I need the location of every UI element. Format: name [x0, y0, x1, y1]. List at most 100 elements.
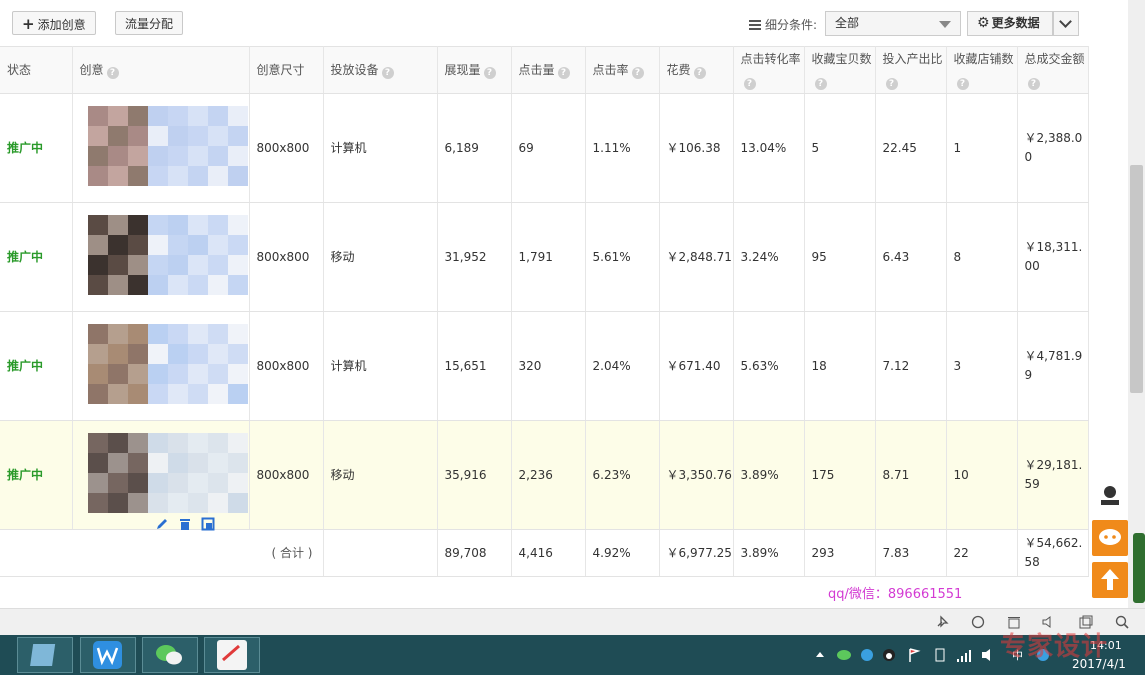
header-gmv[interactable]: 总成交金额?: [1017, 46, 1089, 94]
chat-button[interactable]: [1092, 520, 1128, 556]
table-row: 推广中 800x800 计算机 15,651 320 2.04% ￥671.40…: [0, 311, 1089, 421]
mosaic-tile: [187, 344, 208, 364]
pin-icon[interactable]: [934, 614, 950, 630]
creative-cell[interactable]: [72, 93, 250, 203]
mosaic-tile: [127, 344, 148, 364]
side-control[interactable]: [1133, 533, 1145, 603]
header-impressions[interactable]: 展现量?: [437, 46, 512, 94]
mosaic-tile: [147, 215, 168, 235]
help-icon[interactable]: ?: [381, 67, 394, 79]
gmv-cell: ￥4,781.99: [1017, 311, 1089, 421]
help-icon[interactable]: ?: [693, 67, 706, 79]
header-roi[interactable]: 投入产出比?: [875, 46, 947, 94]
mosaic-tile: [147, 473, 168, 493]
mosaic-tile: [87, 126, 108, 146]
total-gmv: ￥54,662.58: [1017, 529, 1089, 577]
more-data-dropdown[interactable]: [1053, 11, 1079, 36]
add-creative-button[interactable]: + 添加创意: [12, 11, 96, 35]
plus-icon: +: [22, 15, 35, 33]
impressions-cell: 35,916: [437, 420, 512, 530]
creative-cell[interactable]: [72, 202, 250, 312]
scrollbar-thumb[interactable]: [1130, 165, 1143, 393]
header-cost[interactable]: 花费?: [659, 46, 734, 94]
mosaic-tile: [87, 364, 108, 384]
help-icon[interactable]: ?: [557, 67, 570, 79]
taskbar-app-notebook[interactable]: [17, 637, 73, 673]
help-icon[interactable]: ?: [631, 67, 644, 79]
header-size: 创意尺寸: [249, 46, 324, 94]
mosaic-tile: [187, 433, 208, 453]
mosaic-tile: [127, 106, 148, 126]
help-icon[interactable]: ?: [106, 67, 119, 79]
help-icon[interactable]: ?: [885, 78, 898, 90]
help-icon[interactable]: ?: [483, 67, 496, 79]
ctr-cell: 1.11%: [585, 93, 660, 203]
mosaic-tile: [107, 493, 128, 513]
creative-cell[interactable]: [72, 420, 250, 531]
taskbar-app-wechat[interactable]: [142, 637, 198, 673]
header-fav-items[interactable]: 收藏宝贝数?: [804, 46, 876, 94]
mosaic-tile: [107, 433, 128, 453]
filter-select[interactable]: 全部: [825, 11, 961, 36]
creative-thumbnail[interactable]: [80, 425, 248, 531]
mosaic-tile: [207, 146, 228, 166]
header-creative[interactable]: 创意?: [72, 46, 250, 94]
header-fav-shops[interactable]: 收藏店铺数?: [946, 46, 1018, 94]
mosaic-tile: [207, 166, 228, 186]
help-icon[interactable]: ?: [814, 78, 827, 90]
mosaic-tile: [187, 146, 208, 166]
creative-thumbnail[interactable]: [80, 316, 248, 416]
mosaic-tile: [87, 433, 108, 453]
mosaic-tile: [207, 433, 228, 453]
creative-thumbnail[interactable]: [80, 98, 248, 198]
table-row: 推广中 800x800 移动 35,916 2,236 6.23% ￥3,350…: [0, 420, 1089, 531]
wechat-icon: [156, 645, 182, 665]
wps-icon: [93, 641, 122, 669]
trash-icon[interactable]: [178, 517, 192, 531]
creative-thumbnail[interactable]: [80, 207, 248, 307]
mosaic-tile: [187, 166, 208, 186]
more-data-button[interactable]: ⚙ 更多数据: [967, 11, 1053, 36]
gmv-cell: ￥29,181.59: [1017, 420, 1089, 530]
help-icon[interactable]: ?: [1027, 78, 1040, 90]
edit-icon[interactable]: [155, 517, 169, 531]
traffic-allocation-button[interactable]: 流量分配: [115, 11, 184, 35]
total-cvr: 3.89%: [733, 529, 805, 577]
chevron-down-icon: [1059, 15, 1072, 28]
header-device[interactable]: 投放设备?: [323, 46, 438, 94]
cvr-cell: 13.04%: [733, 93, 805, 203]
header-status: 状态: [0, 46, 73, 94]
cvr-cell: 3.89%: [733, 420, 805, 530]
mosaic-tile: [227, 324, 248, 344]
taskbar-app-editor[interactable]: [204, 637, 260, 673]
taskbar-app-wps[interactable]: [80, 637, 136, 673]
ctr-cell: 2.04%: [585, 311, 660, 421]
header-cvr[interactable]: 点击转化率?: [733, 46, 805, 94]
refresh-icon[interactable]: [970, 614, 986, 630]
row-actions: [155, 517, 215, 531]
search-icon[interactable]: [1114, 614, 1130, 630]
mosaic-tile: [227, 146, 248, 166]
mosaic-tile: [207, 235, 228, 255]
mosaic-tile: [87, 453, 108, 473]
status-cell: 推广中: [0, 420, 73, 530]
creative-cell[interactable]: [72, 311, 250, 421]
cost-cell: ￥3,350.76: [659, 420, 734, 530]
mosaic-tile: [227, 384, 248, 404]
mosaic-tile: [147, 324, 168, 344]
header-ctr[interactable]: 点击率?: [585, 46, 660, 94]
mosaic-tile: [227, 126, 248, 146]
mosaic-tile: [127, 166, 148, 186]
header-clicks[interactable]: 点击量?: [511, 46, 586, 94]
notebook-icon: [30, 644, 56, 666]
mosaic-tile: [207, 344, 228, 364]
report-icon[interactable]: [201, 517, 215, 531]
toolbar: + 添加创意 流量分配 细分条件: 全部 ⚙ 更多数据: [0, 0, 1088, 46]
back-to-top-button[interactable]: [1092, 562, 1128, 598]
service-button[interactable]: [1092, 478, 1128, 514]
mosaic-tile: [87, 106, 108, 126]
mosaic-tile: [167, 493, 188, 513]
help-icon[interactable]: ?: [743, 78, 756, 90]
help-icon[interactable]: ?: [956, 78, 969, 90]
mosaic-tile: [147, 364, 168, 384]
